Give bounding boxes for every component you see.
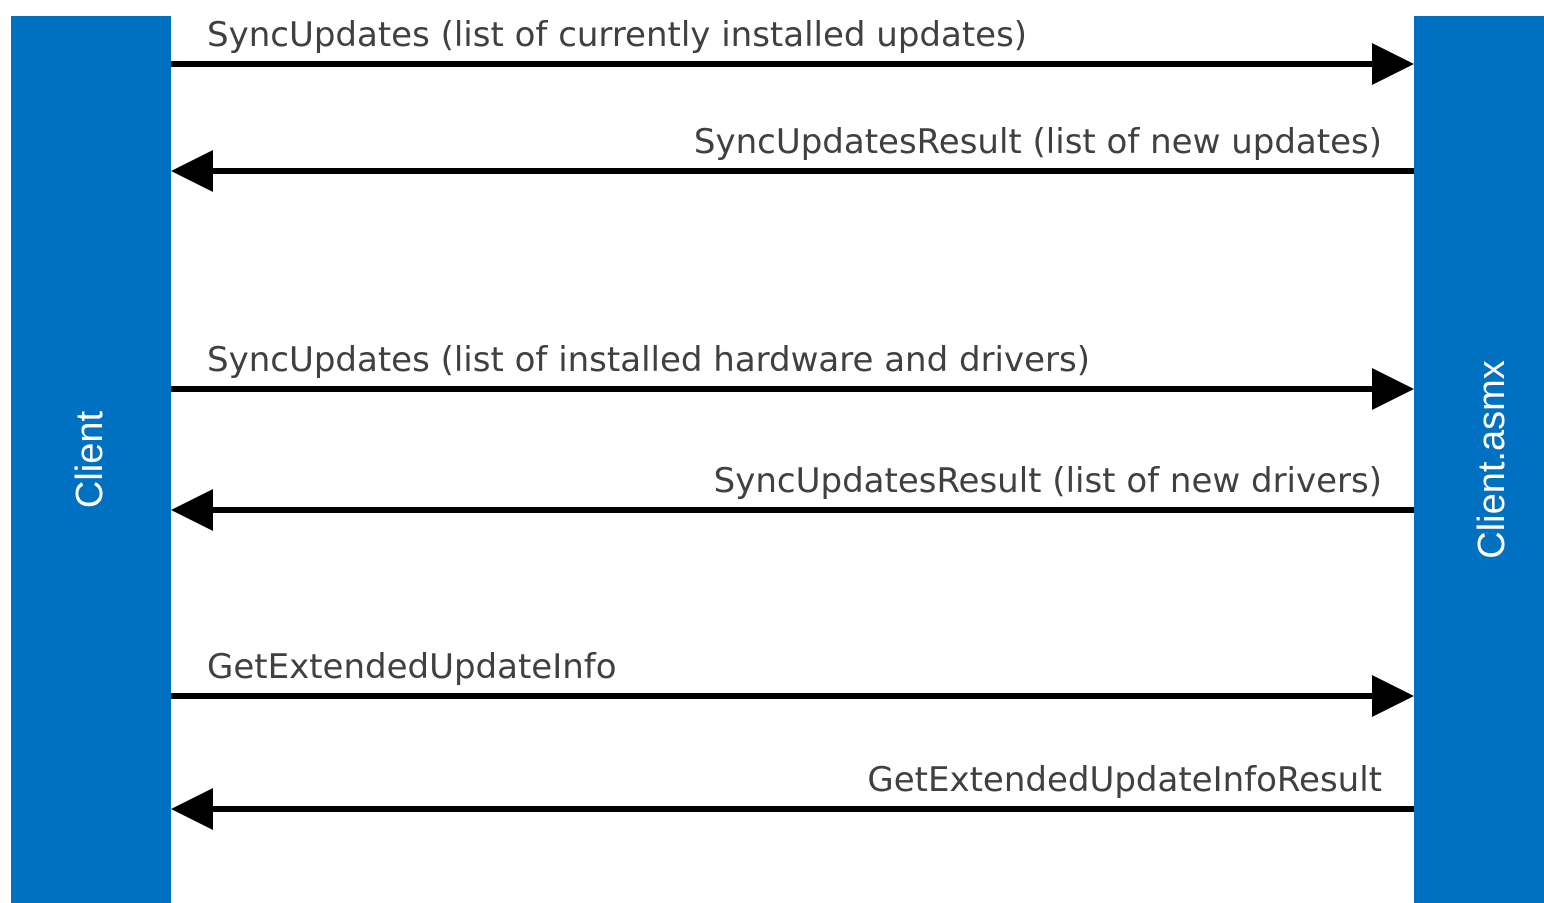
message-label: GetExtendedUpdateInfoResult: [867, 760, 1382, 800]
arrowhead-icon: [1372, 43, 1414, 85]
arrowhead-icon: [171, 489, 213, 531]
sequence-diagram: SyncUpdates (list of currently installed…: [171, 15, 1414, 830]
arrowhead-icon: [1372, 675, 1414, 717]
message-6: GetExtendedUpdateInfoResult: [171, 760, 1414, 830]
message-label: SyncUpdates (list of currently installed…: [207, 15, 1027, 55]
message-2: SyncUpdatesResult (list of new updates): [171, 122, 1414, 192]
arrowhead-icon: [171, 788, 213, 830]
message-5: GetExtendedUpdateInfo: [171, 647, 1414, 717]
message-label: SyncUpdatesResult (list of new drivers): [714, 461, 1382, 501]
message-3: SyncUpdates (list of installed hardware …: [171, 340, 1414, 410]
message-4: SyncUpdatesResult (list of new drivers): [171, 461, 1414, 531]
message-1: SyncUpdates (list of currently installed…: [171, 15, 1414, 85]
message-label: SyncUpdates (list of installed hardware …: [207, 340, 1090, 380]
message-label: GetExtendedUpdateInfo: [207, 647, 617, 687]
arrowhead-icon: [171, 150, 213, 192]
message-label: SyncUpdatesResult (list of new updates): [694, 122, 1382, 162]
arrowhead-icon: [1372, 368, 1414, 410]
